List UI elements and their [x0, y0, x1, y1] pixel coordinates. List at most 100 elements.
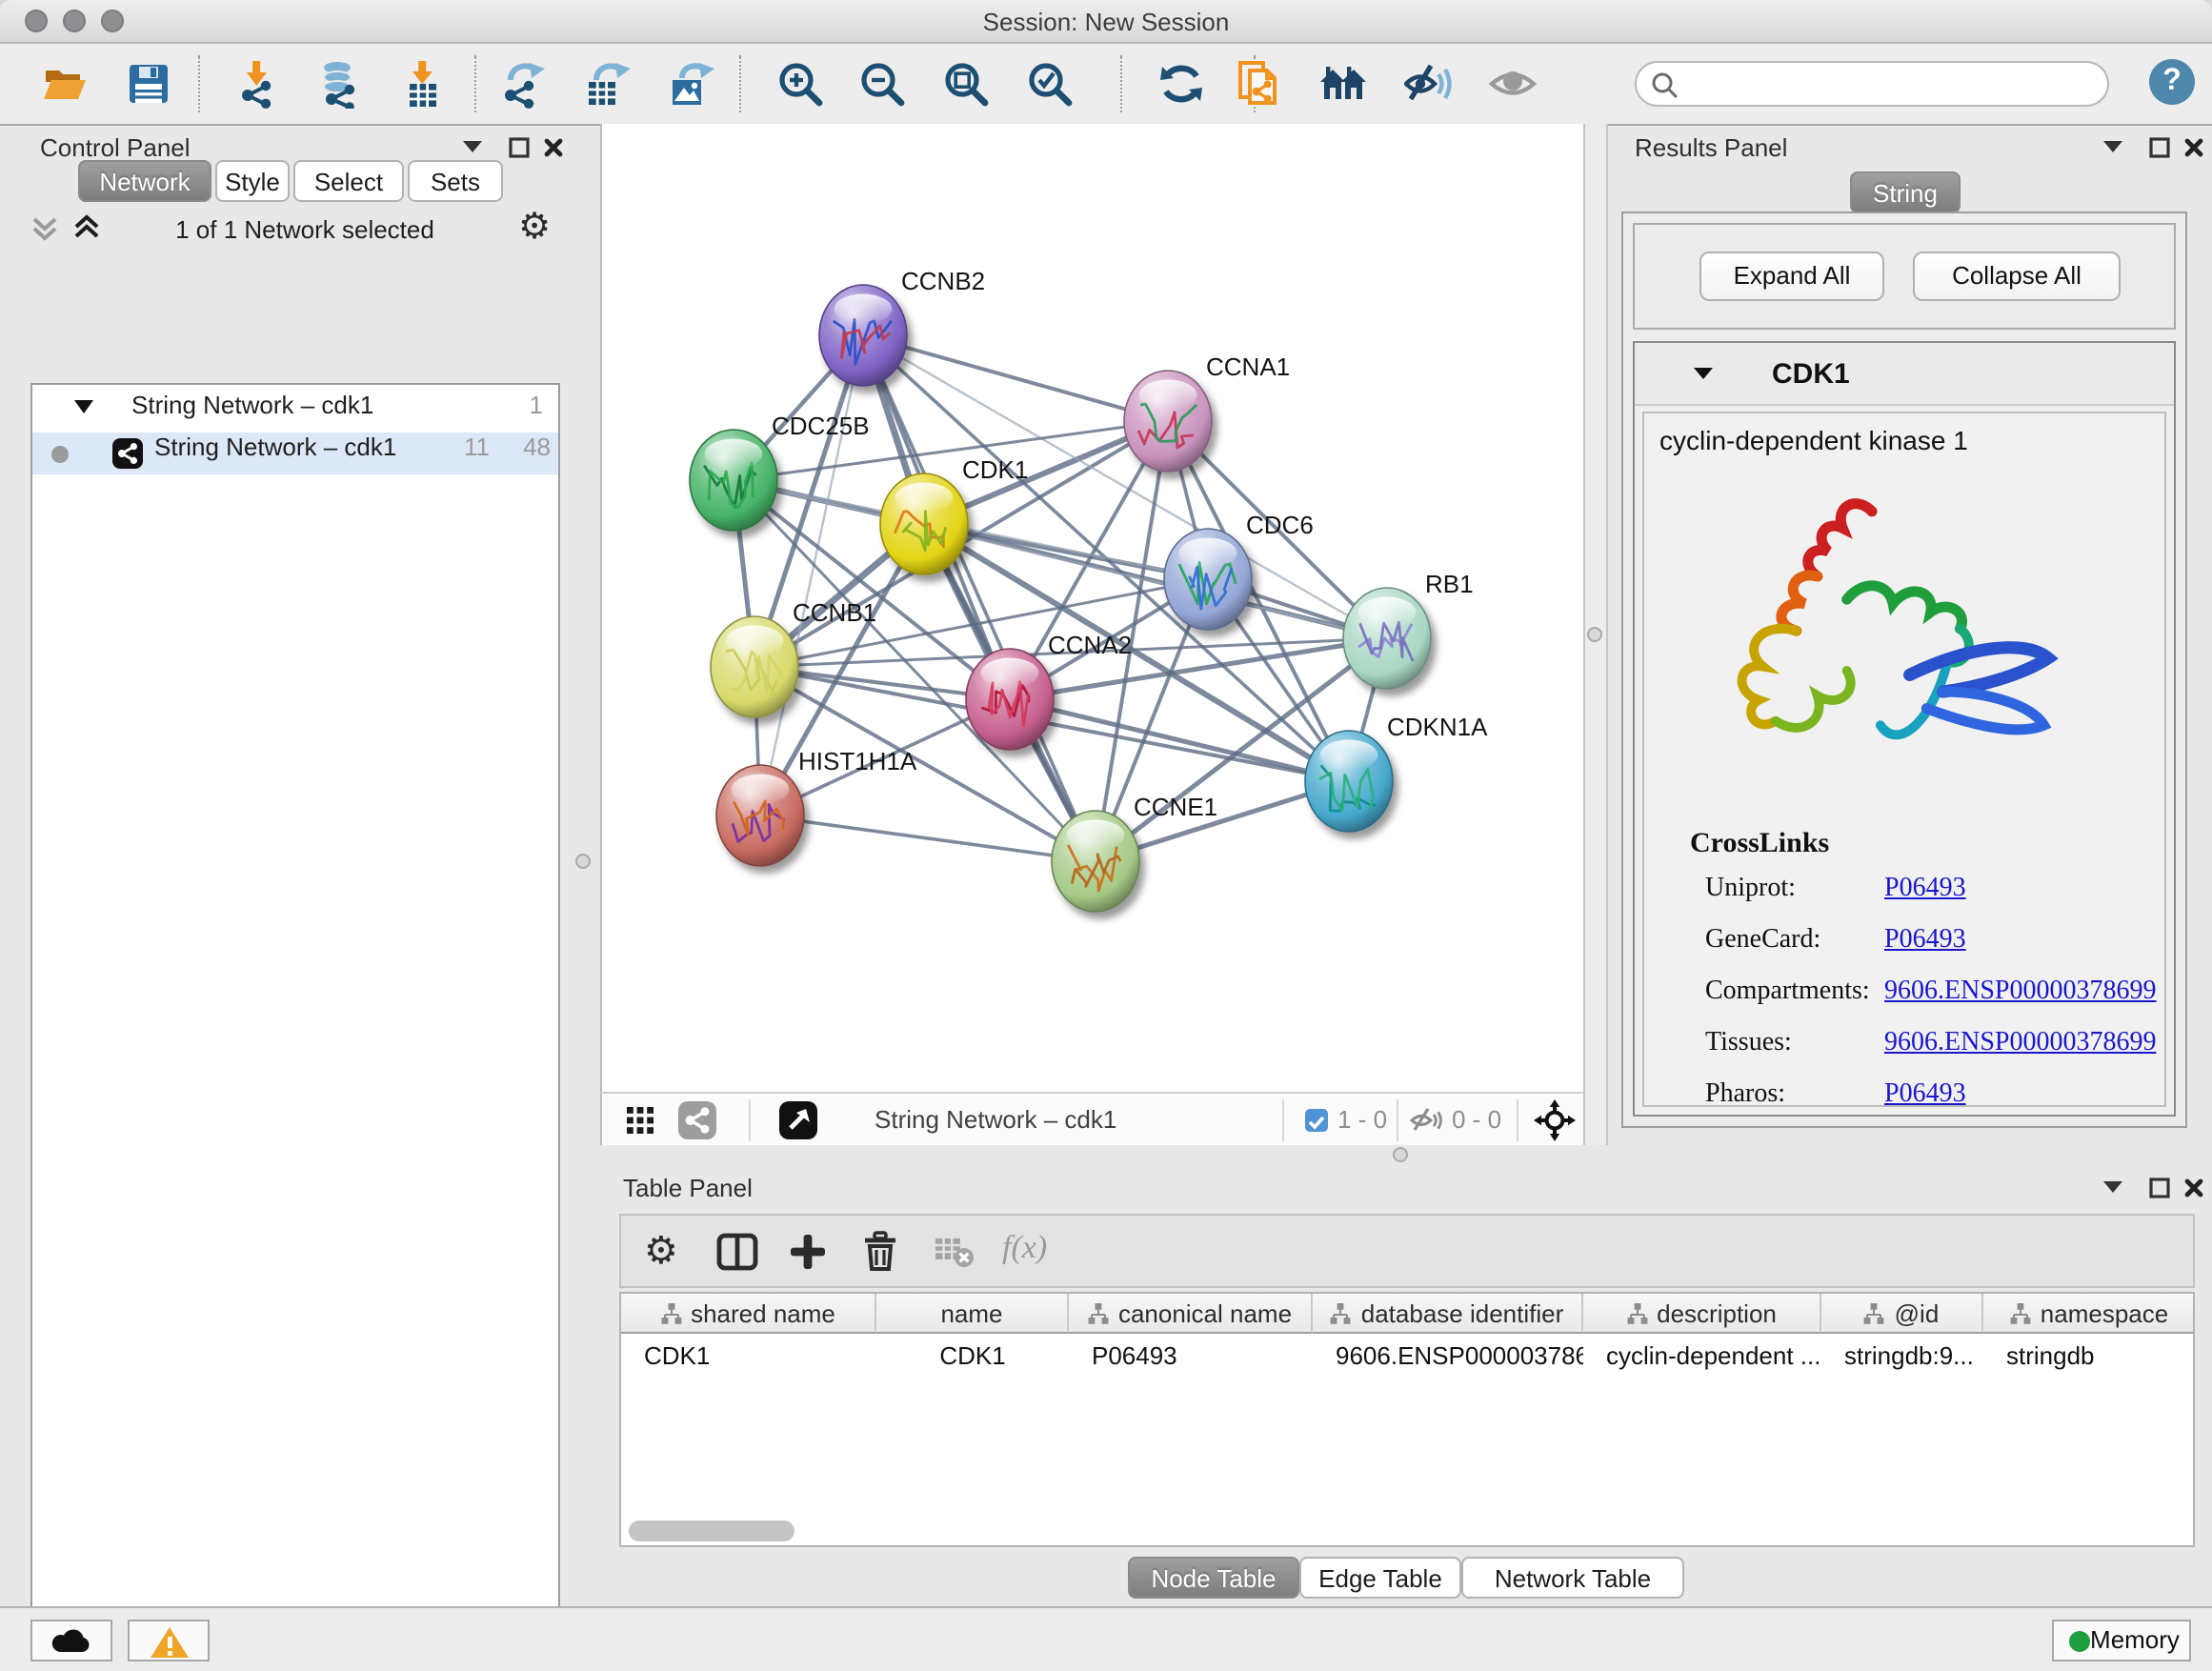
tab-style[interactable]: Style	[215, 160, 290, 202]
tab-network-table[interactable]: Network Table	[1461, 1557, 1684, 1599]
column-header-databaseidentifier[interactable]: database identifier	[1313, 1294, 1583, 1334]
table-cell-name[interactable]: CDK1	[876, 1336, 1069, 1376]
cloud-button[interactable]	[30, 1620, 112, 1661]
network-node-CCNE1[interactable]: CCNE1	[1052, 793, 1217, 912]
network-node-CCNA1[interactable]: CCNA1	[1124, 352, 1290, 472]
birds-eye-crosshair-icon[interactable]	[1534, 1099, 1576, 1151]
table-cell-canonicalname[interactable]: P06493	[1069, 1336, 1313, 1376]
network-view-type-icon[interactable]	[678, 1101, 716, 1139]
table-cell-id[interactable]: stringdb:9...	[1821, 1336, 1983, 1376]
import-table-icon[interactable]	[398, 59, 448, 109]
hide-selected-eye-icon[interactable]	[1404, 59, 1454, 109]
network-node-HIST1H1A[interactable]: HIST1H1A	[716, 747, 917, 866]
search-input[interactable]	[1635, 61, 2109, 107]
network-tree: String Network – cdk1 1 String Network –…	[30, 383, 560, 1671]
expand-all-tree-icon[interactable]	[72, 213, 101, 252]
import-network-database-icon[interactable]	[314, 59, 364, 109]
table-cell-description[interactable]: cyclin-dependent ...	[1583, 1336, 1821, 1376]
export-table-icon[interactable]	[581, 59, 631, 109]
panel-menu-icon[interactable]	[2103, 141, 2122, 152]
tab-edge-table[interactable]: Edge Table	[1299, 1557, 1461, 1599]
network-document-icon[interactable]	[1235, 59, 1284, 109]
import-network-file-icon[interactable]	[232, 59, 282, 109]
network-node-CDC25B[interactable]: CDC25B	[690, 412, 870, 531]
crosslink-link[interactable]: P06493	[1884, 926, 1966, 955]
network-collection-row[interactable]: String Network – cdk1 1	[32, 391, 558, 433]
column-header-namespace[interactable]: namespace	[1983, 1294, 2195, 1334]
first-neighbors-houses-icon[interactable]	[1318, 59, 1368, 109]
grid-view-icon[interactable]	[627, 1107, 654, 1143]
table-settings-gear-icon[interactable]: ⚙	[644, 1227, 678, 1275]
network-node-RB1[interactable]: RB1	[1343, 570, 1474, 689]
expand-all-button[interactable]: Expand All	[1699, 252, 1884, 301]
collection-expander-icon[interactable]	[74, 400, 93, 413]
float-panel-icon[interactable]	[2149, 1174, 2170, 1208]
crosslink-link[interactable]: P06493	[1884, 1080, 1966, 1109]
hidden-eye-icon[interactable]	[1410, 1105, 1442, 1145]
open-session-icon[interactable]	[40, 59, 90, 109]
gene-section-header[interactable]: CDK1	[1635, 343, 2174, 406]
toolbar-separator	[1397, 1099, 1398, 1141]
collapse-all-tree-icon[interactable]	[30, 213, 59, 252]
zoom-selected-icon[interactable]	[1025, 59, 1075, 109]
crosslink-link[interactable]: P06493	[1884, 875, 1966, 903]
collection-count: 1	[490, 391, 543, 419]
tab-sets[interactable]: Sets	[408, 160, 503, 202]
show-all-eye-icon[interactable]	[1488, 59, 1538, 109]
show-columns-icon[interactable]	[716, 1233, 758, 1280]
warning-button[interactable]	[128, 1620, 210, 1661]
network-row-selected[interactable]: String Network – cdk1 11 48	[32, 433, 558, 474]
zoom-in-icon[interactable]	[775, 59, 825, 109]
table-cell-namespace[interactable]: stringdb	[1983, 1336, 2195, 1376]
table-cell-sharedname[interactable]: CDK1	[621, 1336, 876, 1376]
help-button[interactable]: ?	[2149, 59, 2195, 105]
zoom-fit-icon[interactable]	[941, 59, 991, 109]
delete-table-icon[interactable]	[934, 1235, 975, 1278]
crosslink-link[interactable]: 9606.ENSP00000378699	[1884, 977, 2156, 1006]
right-splitter-handle[interactable]	[1587, 627, 1602, 642]
collapse-all-button[interactable]: Collapse All	[1913, 252, 2121, 301]
network-options-gear-icon[interactable]: ⚙	[518, 206, 551, 250]
horizontal-splitter-handle[interactable]	[1393, 1147, 1408, 1162]
toolbar-separator	[1517, 1099, 1518, 1141]
tab-node-table[interactable]: Node Table	[1128, 1557, 1299, 1599]
tab-network[interactable]: Network	[78, 160, 211, 202]
left-splitter-handle[interactable]	[575, 854, 591, 869]
section-expander-icon[interactable]	[1694, 368, 1713, 379]
selected-checkbox-icon[interactable]	[1305, 1109, 1328, 1132]
column-header-canonicalname[interactable]: canonical name	[1069, 1294, 1313, 1334]
crosslink-link[interactable]: 9606.ENSP00000378699	[1884, 1029, 2156, 1057]
detach-view-icon[interactable]	[779, 1101, 817, 1139]
close-panel-icon[interactable]	[2183, 1174, 2204, 1208]
zoom-out-icon[interactable]	[857, 59, 907, 109]
column-header-sharedname[interactable]: shared name	[621, 1294, 876, 1334]
memory-button[interactable]: Memory	[2052, 1620, 2191, 1661]
network-canvas[interactable]: CCNB2CCNA1CDC25BCDK1CDC6RB1CCNB1CCNA2CDK…	[600, 124, 1583, 1092]
table-cell-databaseidentifier[interactable]: 9606.ENSP00000378699	[1313, 1336, 1583, 1376]
table-horizontal-scrollbar[interactable]	[629, 1520, 794, 1541]
column-header-name[interactable]: name	[876, 1294, 1069, 1334]
export-image-icon[interactable]	[665, 59, 714, 109]
close-panel-icon[interactable]	[543, 133, 564, 168]
network-node-CDC6[interactable]: CDC6	[1164, 511, 1314, 630]
column-header-description[interactable]: description	[1583, 1294, 1821, 1334]
function-builder-icon[interactable]: f(x)	[1002, 1229, 1047, 1267]
network-node-CCNB1[interactable]: CCNB1	[711, 598, 876, 717]
float-panel-icon[interactable]	[2149, 133, 2170, 168]
crosslink-row: Tissues:9606.ENSP00000378699	[1705, 1025, 2156, 1077]
refresh-icon[interactable]	[1156, 59, 1206, 109]
network-node-CCNB2[interactable]: CCNB2	[819, 267, 985, 386]
tab-string[interactable]: String	[1850, 171, 1961, 213]
save-session-icon[interactable]	[124, 59, 173, 109]
network-node-CDK1[interactable]: CDK1	[880, 455, 1028, 574]
add-column-icon[interactable]	[789, 1233, 827, 1280]
close-panel-icon[interactable]	[2183, 133, 2204, 168]
panel-menu-icon[interactable]	[463, 141, 482, 152]
delete-column-trash-icon[interactable]	[861, 1231, 899, 1280]
network-node-CDKN1A[interactable]: CDKN1A	[1305, 713, 1488, 832]
column-header-id[interactable]: @id	[1821, 1294, 1983, 1334]
panel-menu-icon[interactable]	[2103, 1181, 2122, 1193]
tab-select[interactable]: Select	[293, 160, 404, 202]
export-network-icon[interactable]	[497, 59, 547, 109]
float-panel-icon[interactable]	[509, 133, 530, 168]
